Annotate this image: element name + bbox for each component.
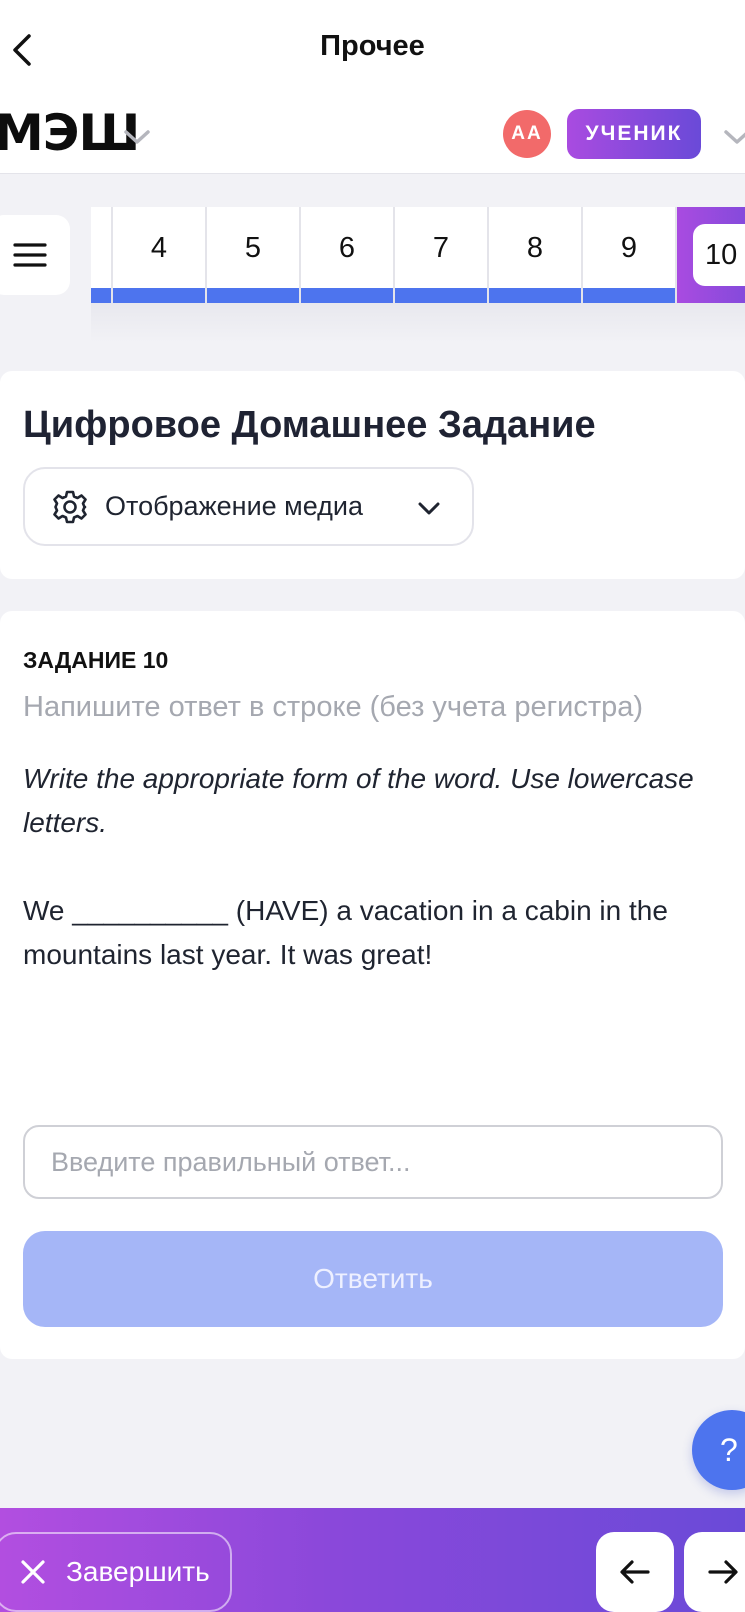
- task-step[interactable]: 8: [489, 207, 583, 303]
- task-card: ЗАДАНИЕ 10 Напишите ответ в строке (без …: [0, 611, 745, 1359]
- arrow-left-icon: [620, 1560, 650, 1584]
- task-step[interactable]: 7: [395, 207, 489, 303]
- media-display-dropdown[interactable]: Отображение медиа: [23, 467, 474, 546]
- media-dropdown-label: Отображение медиа: [105, 491, 364, 521]
- task-step-active[interactable]: 10: [677, 207, 745, 303]
- task-step[interactable]: 5: [207, 207, 301, 303]
- next-task-button[interactable]: [684, 1532, 745, 1612]
- task-strip: 4 5 6 7 8 9 10: [91, 207, 745, 303]
- title-card: Цифровое Домашнее Задание Отображение ме…: [0, 371, 745, 579]
- strip-shadow: [91, 303, 745, 343]
- submit-answer-button[interactable]: Ответить: [23, 1231, 723, 1327]
- answer-input[interactable]: [23, 1125, 723, 1199]
- close-icon: [21, 1560, 45, 1584]
- top-navigation: Прочее: [0, 0, 745, 100]
- arrow-right-icon: [708, 1560, 738, 1584]
- app-screen: Прочее МЭШ АА УЧЕНИК 4 5 6 7 8 9 10 Цифр…: [0, 0, 745, 1612]
- chevron-down-icon: [418, 502, 440, 515]
- task-number-label: ЗАДАНИЕ 10: [23, 647, 169, 673]
- previous-task-button[interactable]: [596, 1532, 674, 1612]
- nav-title: Прочее: [320, 30, 425, 62]
- help-button[interactable]: ?: [692, 1410, 745, 1490]
- hamburger-icon: [13, 243, 47, 267]
- active-step-label: 10: [693, 224, 745, 286]
- gear-icon: [53, 490, 87, 523]
- app-logo[interactable]: МЭШ: [0, 104, 140, 162]
- avatar[interactable]: АА: [503, 110, 551, 158]
- finish-button[interactable]: Завершить: [0, 1532, 232, 1612]
- task-step[interactable]: 6: [301, 207, 395, 303]
- chevron-down-icon[interactable]: [722, 122, 745, 152]
- task-step-partial[interactable]: [91, 207, 113, 303]
- bottom-action-bar: Завершить: [0, 1508, 745, 1612]
- finish-label: Завершить: [66, 1556, 210, 1587]
- menu-button[interactable]: [0, 215, 70, 295]
- chevron-down-icon[interactable]: [122, 122, 152, 152]
- role-badge[interactable]: УЧЕНИК: [567, 109, 701, 159]
- task-sentence: We __________ (HAVE) a vacation in a cab…: [23, 895, 668, 970]
- task-instruction: Write the appropriate form of the word. …: [23, 763, 694, 838]
- task-hint: Напишите ответ в строке (без учета регис…: [23, 691, 644, 723]
- task-step[interactable]: 9: [583, 207, 677, 303]
- page-title: Цифровое Домашнее Задание: [23, 404, 596, 446]
- task-step[interactable]: 4: [113, 207, 207, 303]
